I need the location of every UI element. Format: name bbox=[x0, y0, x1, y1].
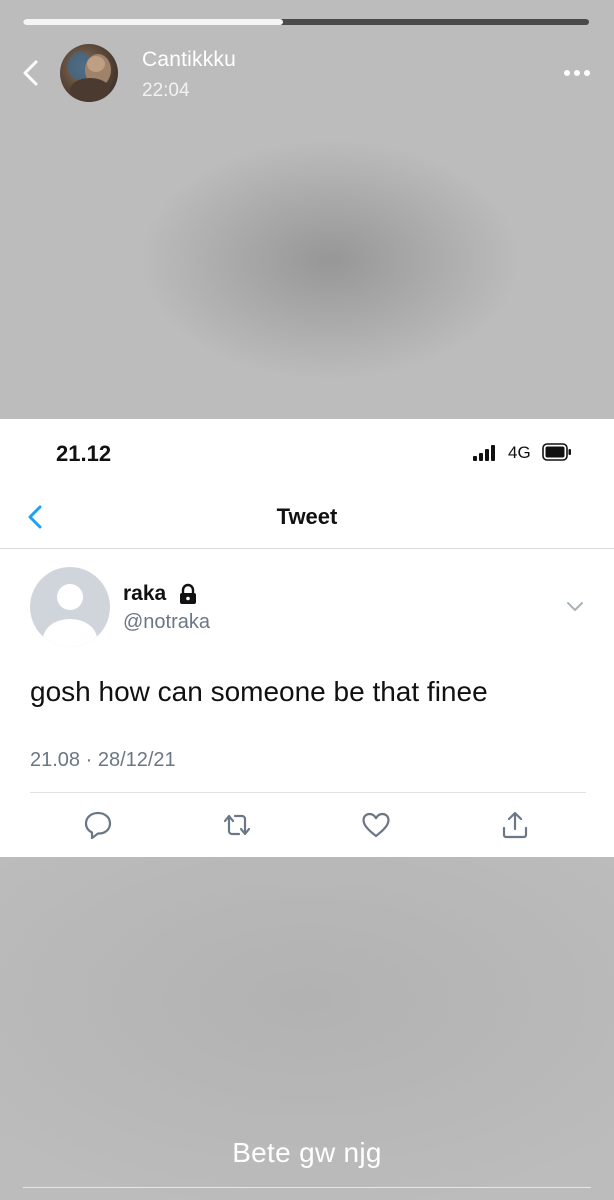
signal-icon bbox=[473, 445, 495, 461]
lock-icon bbox=[180, 583, 196, 604]
story-caption: Bete gw njg bbox=[232, 1137, 382, 1168]
author-name[interactable]: raka bbox=[123, 582, 166, 606]
page-title: Tweet bbox=[276, 504, 338, 529]
status-bar-time: 21.12 bbox=[56, 441, 112, 466]
like-icon[interactable] bbox=[360, 809, 392, 841]
divider bbox=[30, 792, 586, 793]
divider bbox=[0, 548, 614, 549]
chevron-left-icon[interactable] bbox=[18, 58, 44, 88]
story-username[interactable]: Cantikkku bbox=[142, 48, 236, 72]
share-icon[interactable] bbox=[499, 809, 531, 841]
story-timestamp: 22:04 bbox=[142, 80, 190, 101]
story-progress-fill bbox=[23, 19, 284, 25]
network-type: 4G bbox=[508, 443, 531, 462]
story-viewer[interactable]: Cantikkku 22:04 21.12 4G Tweet raka @not… bbox=[0, 0, 614, 1200]
tweet-timestamp: 21.08 · 28/12/21 bbox=[30, 749, 176, 771]
chevron-down-icon[interactable] bbox=[564, 599, 586, 615]
avatar[interactable] bbox=[60, 44, 118, 102]
retweet-icon[interactable] bbox=[221, 809, 253, 841]
tweet-text: gosh how can someone be that finee bbox=[30, 676, 488, 707]
reply-icon[interactable] bbox=[82, 809, 114, 841]
author-handle[interactable]: @notraka bbox=[123, 611, 210, 634]
more-horizontal-icon[interactable] bbox=[562, 62, 592, 84]
story-progress-bar bbox=[23, 19, 589, 25]
home-indicator bbox=[23, 1187, 591, 1188]
default-avatar-icon[interactable] bbox=[30, 567, 110, 647]
battery-icon bbox=[542, 443, 571, 461]
tweet-screenshot: 21.12 4G Tweet raka @notraka gosh how ca… bbox=[0, 419, 614, 857]
avatar-photo bbox=[68, 52, 111, 102]
